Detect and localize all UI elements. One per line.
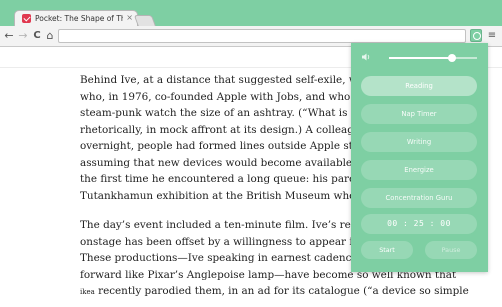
address-bar[interactable] [58, 29, 466, 43]
pocket-timer-extension-icon[interactable] [470, 29, 482, 42]
volume-slider-knob[interactable] [448, 54, 457, 62]
mode-button-concentration-guru[interactable]: Concentration Guru [361, 188, 477, 208]
ikea-smallcaps: ikea [80, 288, 95, 296]
volume-slider[interactable] [389, 54, 477, 62]
home-icon[interactable]: ⌂ [44, 29, 56, 43]
reload-icon[interactable]: C [31, 29, 43, 43]
speaker-icon[interactable] [361, 52, 371, 62]
pocket-icon [22, 14, 31, 23]
article-line: ikea recently parodied them, in an ad fo… [80, 283, 500, 300]
pause-button[interactable]: Pause [425, 241, 477, 259]
forward-arrow-icon[interactable]: → [17, 29, 29, 43]
mode-button-reading[interactable]: Reading [361, 76, 477, 96]
tab-pocket-article[interactable]: Pocket: The Shape of Thin × [14, 10, 138, 26]
volume-slider-fill [389, 57, 453, 59]
mode-button-energize[interactable]: Energize [361, 160, 477, 180]
mode-button-nap-timer[interactable]: Nap Timer [361, 104, 477, 124]
close-icon[interactable]: × [126, 12, 133, 24]
tab-title: Pocket: The Shape of Thin [35, 14, 123, 23]
mode-button-writing[interactable]: Writing [361, 132, 477, 152]
back-arrow-icon[interactable]: ← [3, 29, 15, 43]
timer-display[interactable]: 00 : 25 : 00 [361, 214, 477, 234]
menu-icon[interactable]: ≡ [487, 29, 497, 43]
timer-popup: Reading Nap Timer Writing Energize Concentra… [351, 43, 488, 272]
tab-strip: Pocket: The Shape of Thin × [0, 0, 502, 27]
start-button[interactable]: Start [361, 241, 413, 259]
browser-window: Pocket: The Shape of Thin × ← → C ⌂ ≡ Be… [0, 0, 502, 307]
article-line-text: recently parodied them, in an ad for its… [94, 285, 469, 297]
